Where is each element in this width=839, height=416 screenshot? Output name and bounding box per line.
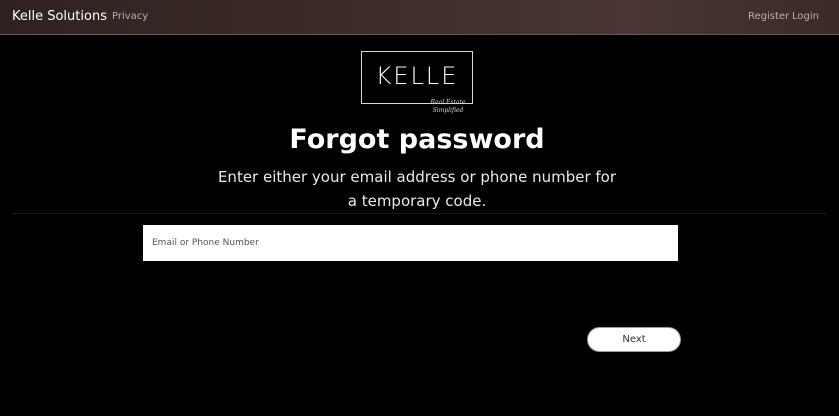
email-or-phone-input[interactable] [143,225,678,261]
logo-wordmark: KELLE [375,62,459,90]
login-link[interactable]: Login [792,11,819,22]
divider [12,213,826,214]
register-link[interactable]: Register [748,11,789,22]
page-subtitle: Enter either your email address or phone… [217,168,617,210]
next-button[interactable]: Next [587,327,681,352]
top-navbar: Kelle Solutions Privacy Register Login [0,0,839,35]
page-title: Forgot password [289,124,545,155]
privacy-link[interactable]: Privacy [112,11,148,22]
logo-tagline-line2: Simplified [432,107,464,114]
logo-tagline-line1: Real Estate [430,99,466,106]
brand-link[interactable]: Kelle Solutions [12,9,107,24]
kelle-logo: KELLE [361,51,473,104]
logo-tagline: Real Estate Simplified [418,99,478,115]
